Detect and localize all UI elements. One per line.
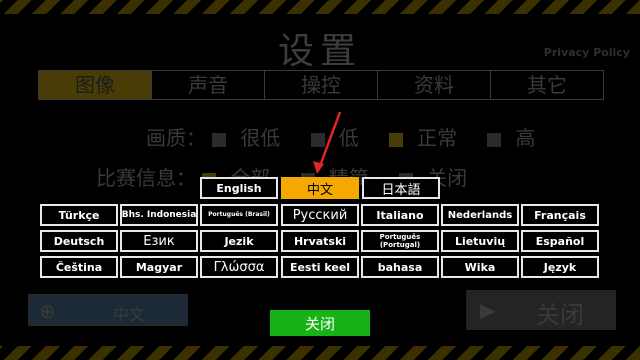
annotation-arrow <box>313 111 342 174</box>
arrow-shaft <box>318 111 342 167</box>
